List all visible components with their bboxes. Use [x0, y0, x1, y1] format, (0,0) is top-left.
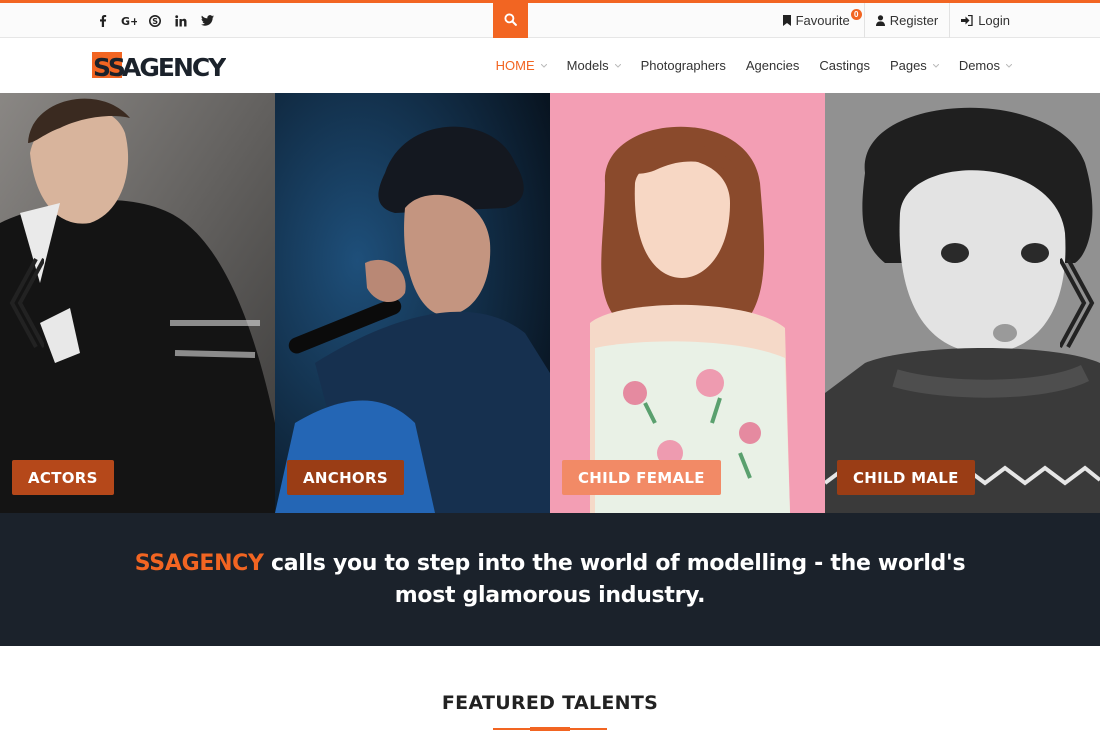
nav-label: Castings	[819, 58, 870, 73]
nav-label: Demos	[958, 58, 1000, 73]
nav-label: Photographers	[640, 58, 726, 73]
nav-label: Models	[566, 58, 609, 73]
account-links: Favourite 0 Register Login	[772, 3, 1010, 38]
tagline-section: SSAGENCY calls you to step into the worl…	[0, 513, 1100, 646]
skype-icon[interactable]: S	[142, 3, 168, 38]
favourite-count-badge: 0	[850, 9, 862, 20]
svg-text:AGENCY: AGENCY	[122, 53, 226, 82]
svg-text:G+: G+	[121, 15, 137, 26]
chevron-down-icon	[540, 63, 547, 68]
nav-label: Pages	[889, 58, 927, 73]
child-female-photo	[550, 93, 825, 513]
nav-label: Agencies	[745, 58, 800, 73]
bookmark-icon	[782, 15, 791, 26]
category-panel-actors[interactable]: ACTORS	[0, 93, 275, 513]
nav-item-photographers[interactable]: Photographers	[631, 38, 736, 93]
category-panel-child-male[interactable]: CHILD MALE	[825, 93, 1100, 513]
chevron-down-icon	[932, 63, 939, 68]
carousel-prev-arrow[interactable]	[4, 253, 44, 353]
tagline-brand: SSAGENCY	[134, 550, 264, 576]
register-label: Register	[889, 13, 939, 28]
google-plus-icon[interactable]: G+	[116, 3, 142, 38]
anchor-photo	[275, 93, 550, 513]
heading-underline-accent	[530, 727, 570, 731]
nav-item-home[interactable]: HOME	[486, 38, 557, 93]
register-link[interactable]: Register	[863, 3, 949, 38]
main-header: SS AGENCY HOME Models Photographers Agen…	[0, 38, 1100, 93]
category-panel-child-female[interactable]: CHILD FEMALE	[550, 93, 825, 513]
search-icon	[504, 13, 517, 26]
tagline-body: calls you to step into the world of mode…	[263, 550, 966, 608]
favourite-link[interactable]: Favourite 0	[772, 3, 864, 38]
login-link[interactable]: Login	[949, 3, 1010, 38]
user-icon	[875, 15, 885, 26]
search-button[interactable]	[493, 0, 528, 39]
nav-item-demos[interactable]: Demos	[949, 38, 1012, 93]
favourite-label: Favourite	[795, 13, 850, 28]
tagline-text: SSAGENCY calls you to step into the worl…	[110, 548, 990, 612]
main-nav: HOME Models Photographers Agencies Casti…	[486, 38, 1012, 93]
nav-item-agencies[interactable]: Agencies	[736, 38, 809, 93]
social-links: G+ S	[90, 3, 220, 38]
linkedin-icon[interactable]	[168, 3, 194, 38]
chevron-down-icon	[1006, 63, 1012, 68]
nav-item-castings[interactable]: Castings	[809, 38, 880, 93]
logo[interactable]: SS AGENCY	[92, 50, 229, 84]
svg-text:SS: SS	[93, 53, 125, 82]
category-button-child-male[interactable]: CHILD MALE	[837, 460, 975, 495]
facebook-icon[interactable]	[90, 3, 116, 38]
top-bar: G+ S Favourite 0 Register Login	[0, 0, 1100, 39]
category-carousel: ACTORS ANCHORS CHILD FEMALE CHILD MALE	[0, 93, 1100, 513]
twitter-icon[interactable]	[194, 3, 220, 38]
nav-item-pages[interactable]: Pages	[880, 38, 949, 93]
featured-talents-heading: FEATURED TALENTS	[441, 692, 659, 714]
category-panel-anchors[interactable]: ANCHORS	[275, 93, 550, 513]
category-button-actors[interactable]: ACTORS	[12, 460, 114, 495]
category-button-child-female[interactable]: CHILD FEMALE	[562, 460, 721, 495]
nav-label: HOME	[495, 58, 535, 73]
category-button-anchors[interactable]: ANCHORS	[287, 460, 404, 495]
child-male-photo	[825, 93, 1100, 513]
carousel-next-arrow[interactable]	[1060, 253, 1100, 353]
nav-item-models[interactable]: Models	[557, 38, 631, 93]
chevron-down-icon	[614, 63, 621, 68]
sign-in-icon	[961, 15, 973, 26]
svg-text:S: S	[152, 17, 158, 26]
login-label: Login	[978, 13, 1010, 28]
